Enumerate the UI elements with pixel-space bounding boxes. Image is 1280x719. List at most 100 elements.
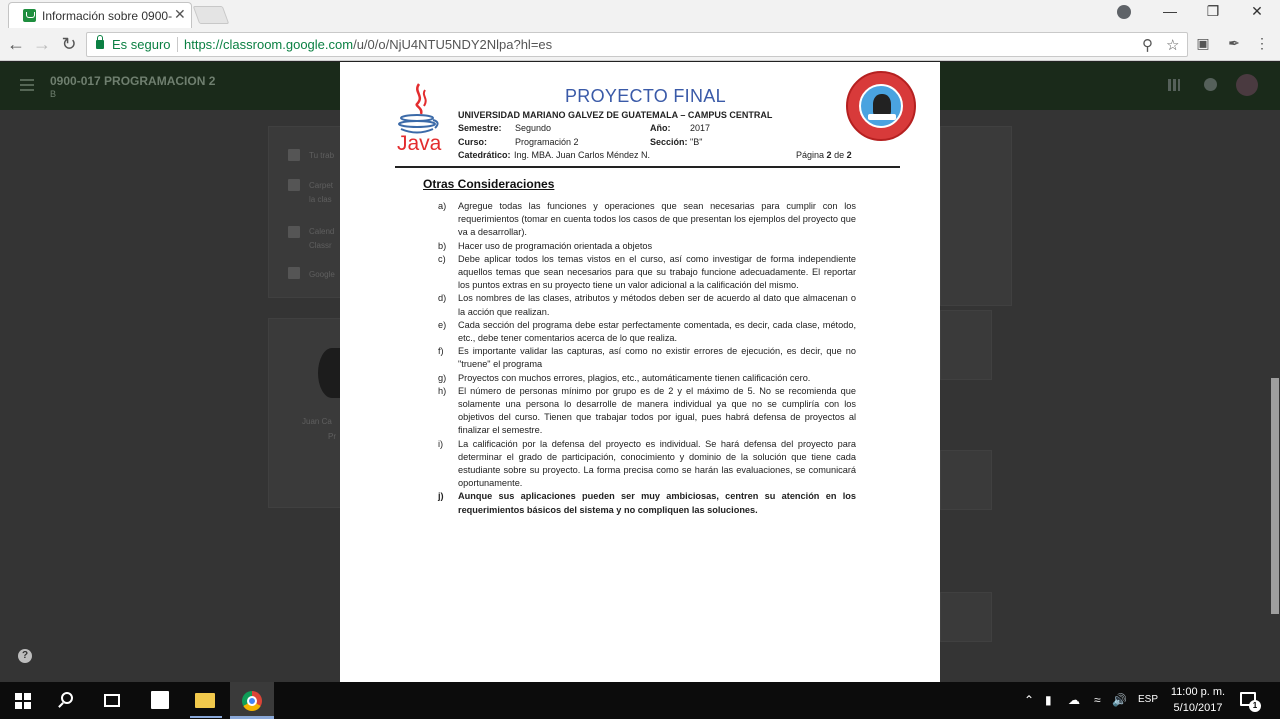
card-item-calendar-2: Classr	[309, 241, 332, 250]
assignment-icon	[288, 149, 300, 161]
profile-icon[interactable]	[1117, 5, 1131, 19]
catedratico-value: Ing. MBA. Juan Carlos Méndez N.	[514, 150, 651, 160]
menu-dots-icon[interactable]: ⋮	[1253, 35, 1271, 52]
item-letter: e)	[438, 319, 447, 330]
teacher-name: Juan Ca	[302, 417, 332, 426]
win-pane	[24, 702, 31, 709]
store-icon[interactable]	[151, 691, 169, 709]
seccion-label: Sección:	[650, 137, 688, 147]
browser-toolbar: ← → ↻ Es seguro https://classroom.google…	[0, 28, 1280, 61]
win-pane	[15, 693, 22, 700]
lock-icon	[96, 35, 104, 49]
teacher-role: Pr	[328, 432, 336, 441]
right-card-3	[940, 450, 992, 510]
minimize-icon[interactable]: —	[1160, 3, 1180, 19]
window-close-icon[interactable]: ✕	[1247, 3, 1267, 20]
back-icon[interactable]: ←	[6, 34, 26, 54]
list-item: e) Cada sección del programa debe estar p…	[438, 319, 856, 345]
tray-overflow-icon[interactable]: ⌃	[1024, 693, 1034, 707]
restore-icon[interactable]: ❐	[1203, 3, 1223, 20]
url-path: /u/0/o/NjU4NTU5NDY2Nlpa?hl=es	[353, 37, 553, 52]
explorer-running-indicator	[190, 716, 222, 718]
list-item: i) La calificación por la defensa del pro…	[438, 438, 856, 491]
zoom-icon[interactable]: ⚲	[1142, 36, 1153, 54]
windows-start-icon[interactable]	[15, 693, 31, 709]
forward-icon[interactable]: →	[32, 34, 52, 54]
item-letter: b)	[438, 240, 447, 251]
item-text: Los nombres de las clases, atributos y m…	[458, 293, 856, 317]
catedratico-label: Catedrático:	[458, 150, 511, 160]
wifi-icon[interactable]: ≈	[1094, 693, 1101, 707]
item-text: La calificación por la defensa del proye…	[458, 438, 856, 489]
tab-close-icon[interactable]: ✕	[174, 6, 186, 23]
hamburger-menu-icon[interactable]	[20, 79, 34, 81]
right-card-2	[940, 310, 992, 380]
user-avatar[interactable]	[1236, 74, 1258, 96]
apps-grid-icon[interactable]	[1168, 79, 1180, 91]
page-scrollbar[interactable]	[1271, 378, 1279, 614]
curso-label: Curso:	[458, 137, 487, 147]
anio-label: Año:	[650, 123, 671, 133]
clock-date[interactable]: 5/10/2017	[1170, 702, 1226, 714]
right-card-4	[940, 592, 992, 642]
seccion-value: "B"	[690, 137, 703, 147]
file-explorer-icon[interactable]	[195, 693, 215, 708]
item-letter: g)	[438, 372, 447, 383]
item-text: Agregue todas las funciones y operacione…	[458, 201, 856, 238]
page-prefix: Página	[796, 150, 825, 160]
item-letter: a)	[438, 201, 447, 211]
university-seal-icon	[846, 71, 916, 141]
language-indicator[interactable]: ESP	[1138, 694, 1158, 705]
clock-time[interactable]: 11:00 p. m.	[1170, 686, 1226, 698]
url-text[interactable]: https://classroom.google.com/u/0/o/NjU4N…	[184, 37, 552, 52]
java-logo-text: Java	[397, 132, 442, 155]
card-item-calendar[interactable]: Calend	[309, 227, 334, 236]
about-card: Tu trab Carpet la clas Calend Classr Goo…	[268, 126, 342, 298]
semestre-label: Semestre:	[458, 123, 502, 133]
anio-value: 2017	[690, 123, 711, 133]
page-de: de	[834, 150, 845, 160]
document-preview: Java PROYECTO FINAL UNIVERSIDAD MARIANO …	[340, 62, 940, 682]
win-pane	[15, 702, 22, 709]
eyedropper-icon[interactable]: ✒	[1225, 35, 1243, 52]
list-item: b) Hacer uso de programación orientada a …	[438, 240, 856, 253]
item-letter: d)	[438, 293, 447, 304]
list-item: h) El número de personas mínimo por grupo…	[438, 385, 856, 438]
card-item-folder-2: la clas	[309, 195, 332, 204]
card-item-work[interactable]: Tu trab	[309, 151, 334, 160]
list-item: j) Aunque sus aplicaciones pueden ser muy…	[438, 490, 856, 516]
battery-icon[interactable]: ▮	[1045, 693, 1052, 707]
task-view-icon[interactable]	[104, 694, 120, 707]
card-item-folder[interactable]: Carpet	[309, 181, 333, 190]
page-total: 2	[846, 150, 852, 160]
semestre-value: Segundo	[515, 123, 552, 133]
seal-base	[868, 114, 896, 120]
volume-icon[interactable]: 🔊	[1112, 693, 1127, 707]
university-name: UNIVERSIDAD MARIANO GALVEZ DE GUATEMALA …	[458, 110, 773, 120]
extension-icon[interactable]: ▣	[1194, 35, 1212, 52]
new-tab-button[interactable]	[192, 6, 230, 24]
list-item: d) Los nombres de las clases, atributos y…	[438, 292, 856, 318]
course-section: B	[50, 89, 57, 99]
course-title: 0900-017 PROGRAMACION 2	[50, 74, 216, 88]
reload-icon[interactable]: ↻	[59, 34, 79, 54]
url-host: https://classroom.google.com	[184, 37, 354, 52]
classroom-favicon-icon	[23, 9, 36, 22]
search-icon[interactable]	[61, 692, 73, 704]
chrome-icon[interactable]	[242, 691, 262, 711]
address-bar[interactable]: Es seguro https://classroom.google.com/u…	[86, 32, 1188, 57]
bookmark-star-icon[interactable]: ☆	[1166, 36, 1179, 54]
notification-badge: 1	[1249, 700, 1261, 712]
help-icon[interactable]: ?	[18, 649, 32, 663]
onedrive-icon[interactable]: ☁	[1068, 693, 1080, 707]
teacher-card: Juan Ca Pr	[268, 318, 342, 508]
notifications-icon[interactable]	[1204, 78, 1217, 91]
right-card-1	[940, 126, 1012, 306]
windows-taskbar: ⌃ ▮ ☁ ≈ 🔊 ESP 11:00 p. m. 5/10/2017 1	[0, 682, 1280, 719]
card-item-google[interactable]: Google	[309, 270, 335, 279]
browser-tab-active[interactable]: Información sobre 0900- ✕	[8, 2, 192, 28]
list-item: a) Agregue todas las funciones y operacio…	[438, 200, 856, 240]
considerations-list: a) Agregue todas las funciones y operacio…	[438, 200, 856, 517]
list-item: c) Debe aplicar todos los temas vistos en…	[438, 253, 856, 293]
curso-value: Programación 2	[515, 137, 579, 147]
